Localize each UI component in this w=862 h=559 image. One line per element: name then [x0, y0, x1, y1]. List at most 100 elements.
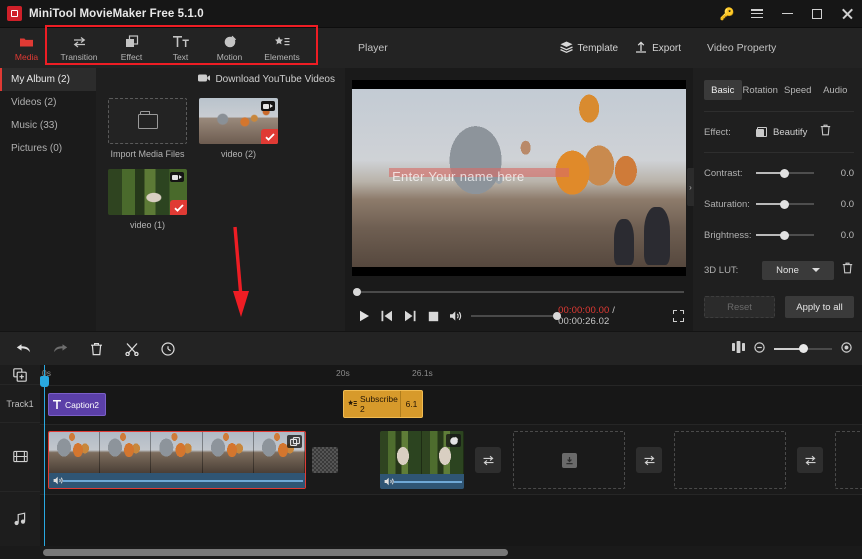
brightness-label: Brightness: — [704, 229, 752, 241]
horizontal-scrollbar[interactable] — [0, 546, 862, 559]
album-item-pictures[interactable]: Pictures (0) — [0, 137, 96, 160]
zoom-in-icon[interactable] — [841, 340, 852, 358]
play-icon[interactable] — [354, 305, 375, 327]
scissors-icon[interactable] — [120, 337, 144, 361]
contrast-slider[interactable] — [756, 168, 834, 178]
slider-track[interactable] — [756, 230, 814, 240]
album-item-videos[interactable]: Videos (2) — [0, 91, 96, 114]
slider-track[interactable] — [756, 199, 814, 209]
track1-header[interactable]: Track1 — [0, 385, 40, 424]
table-row[interactable] — [380, 431, 464, 489]
previous-frame-icon[interactable] — [377, 305, 398, 327]
import-media-tile[interactable]: Import Media Files — [108, 98, 187, 159]
fullscreen-icon[interactable] — [672, 310, 684, 322]
album-item-my-album[interactable]: My Album (2) — [0, 68, 96, 91]
lut-label: 3D LUT: — [704, 264, 739, 276]
maximize-icon[interactable] — [802, 0, 832, 28]
media-placeholder[interactable] — [513, 431, 625, 489]
slider-handle[interactable] — [780, 168, 789, 178]
video-preview[interactable]: Enter Your name here — [352, 80, 686, 276]
video-lane[interactable] — [40, 425, 862, 495]
left-panel: Media Transition Effect Text Motion Elem… — [0, 28, 345, 331]
tab-speed[interactable]: Speed — [779, 80, 817, 100]
ribbon-item-transition[interactable]: Transition — [51, 28, 107, 68]
zoom-slider[interactable] — [774, 344, 832, 353]
motion-icon[interactable] — [446, 434, 461, 447]
minimize-icon[interactable] — [772, 0, 802, 28]
media-item-label: video (1) — [129, 220, 165, 230]
timeline-ruler[interactable]: 0s 20s 26.1s — [40, 365, 862, 386]
check-icon — [261, 129, 278, 144]
transition-slot[interactable] — [636, 447, 662, 473]
redo-icon[interactable] — [48, 337, 72, 361]
add-track-icon[interactable] — [0, 365, 40, 386]
preview-stage: Enter Your name here — [345, 68, 693, 283]
close-icon[interactable] — [832, 0, 862, 28]
trash-icon[interactable] — [820, 123, 831, 141]
album-label: Pictures (0) — [11, 143, 63, 154]
layers-icon[interactable] — [287, 435, 302, 448]
ribbon-item-media[interactable]: Media — [2, 28, 51, 68]
slider-handle[interactable] — [780, 230, 789, 240]
playhead[interactable] — [40, 365, 49, 546]
playhead-handle[interactable] — [40, 376, 49, 387]
scrollbar-thumb[interactable] — [43, 549, 508, 556]
volume-slider[interactable] — [470, 312, 562, 320]
element-clip[interactable]: Subscribe 2 6.1 — [343, 390, 423, 418]
ribbon-item-elements[interactable]: Elements — [254, 28, 310, 68]
motion-circle-icon — [223, 35, 237, 49]
album-item-music[interactable]: Music (33) — [0, 114, 96, 137]
media-item-video1[interactable]: video (1) — [108, 169, 187, 230]
brightness-slider[interactable] — [756, 230, 834, 240]
contrast-row: Contrast: 0.0 — [704, 162, 854, 184]
element-clip-duration: 6.1 — [400, 391, 422, 417]
undo-icon[interactable] — [12, 337, 36, 361]
ribbon-item-motion[interactable]: Motion — [205, 28, 254, 68]
media-placeholder[interactable] — [835, 431, 862, 489]
ribbon-label-text: Text — [172, 51, 189, 62]
volume-icon[interactable] — [446, 305, 467, 327]
apply-to-all-button[interactable]: Apply to all — [785, 296, 854, 318]
media-placeholder[interactable] — [674, 431, 786, 489]
tab-basic[interactable]: Basic — [704, 80, 742, 100]
video-track-header[interactable] — [0, 423, 40, 492]
preview-caption-text: Enter Your name here — [392, 169, 525, 185]
reset-button[interactable]: Reset — [704, 296, 775, 318]
table-row[interactable] — [48, 431, 306, 489]
scrubber-track[interactable] — [353, 288, 684, 296]
transition-slot[interactable] — [797, 447, 823, 473]
ribbon-item-text[interactable]: Text — [156, 28, 205, 68]
media-item-video2[interactable]: video (2) — [199, 98, 278, 159]
slider-track[interactable] — [756, 168, 814, 178]
export-button[interactable]: Export — [635, 40, 681, 56]
tab-audio[interactable]: Audio — [817, 80, 855, 100]
zoom-out-icon[interactable] — [754, 340, 765, 358]
trash-icon[interactable] — [84, 337, 108, 361]
download-youtube-button[interactable]: Download YouTube Videos — [96, 68, 345, 90]
speed-detect-icon[interactable] — [156, 337, 180, 361]
key-icon[interactable]: 🔑 — [712, 0, 742, 28]
saturation-slider[interactable] — [756, 199, 834, 209]
effect-value[interactable]: Beautify — [773, 127, 807, 138]
moviemaker-window: MiniTool MovieMaker Free 5.1.0 🔑 Media T… — [0, 0, 862, 559]
slider-handle[interactable] — [780, 199, 789, 209]
hamburger-menu-icon[interactable] — [742, 0, 772, 28]
playback-scrubber[interactable] — [345, 283, 693, 301]
tab-rotation[interactable]: Rotation — [742, 80, 780, 100]
template-button[interactable]: Template — [559, 41, 618, 56]
split-view-icon[interactable] — [732, 340, 745, 358]
track1-lane[interactable]: Caption2 Subscribe 2 6.1 — [40, 386, 862, 425]
audio-lane[interactable] — [40, 495, 862, 546]
saturation-label: Saturation: — [704, 198, 750, 210]
next-frame-icon[interactable] — [400, 305, 421, 327]
transition-slot[interactable] — [475, 447, 501, 473]
lut-select[interactable]: None — [762, 260, 834, 280]
stop-icon[interactable] — [423, 305, 444, 327]
scrubber-handle[interactable] — [353, 288, 361, 296]
zoom-handle[interactable] — [799, 344, 808, 353]
lut-trash-icon[interactable] — [842, 261, 853, 279]
ribbon-item-effect[interactable]: Effect — [107, 28, 156, 68]
audio-track-header[interactable] — [0, 492, 40, 546]
caption-clip[interactable]: Caption2 — [48, 393, 106, 416]
media-body: My Album (2) Videos (2) Music (33) Pictu… — [0, 68, 345, 331]
